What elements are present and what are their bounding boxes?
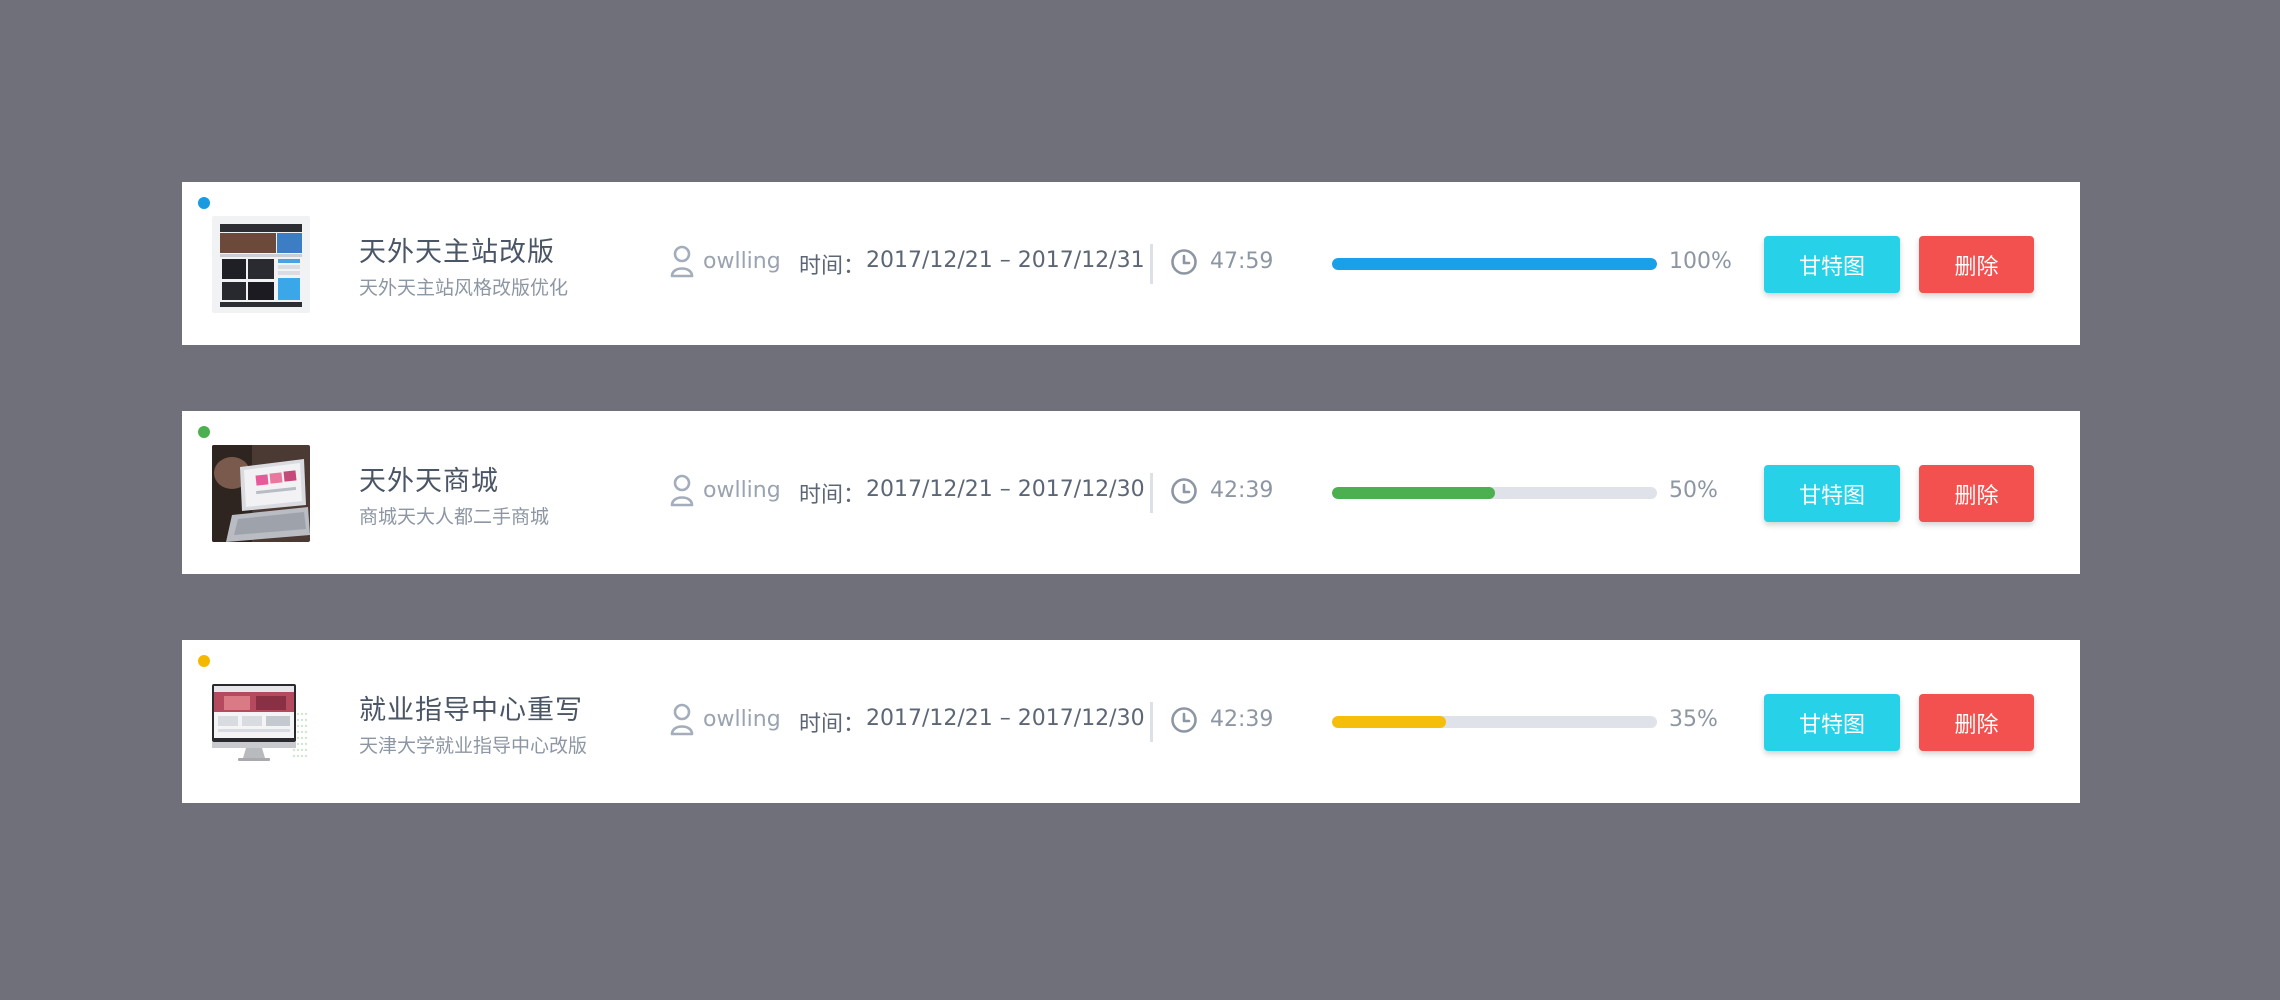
- progress-bar: [1332, 716, 1657, 728]
- delete-button[interactable]: 删除: [1919, 236, 2034, 293]
- status-dot: [198, 426, 210, 438]
- time-label: 时间：: [799, 712, 866, 737]
- project-row: 就业指导中心重写 天津大学就业指导中心改版 owlling 时间： 2017/1…: [182, 640, 2080, 803]
- progress-percent: 100%: [1669, 249, 1732, 274]
- monitor-mockup-image: [212, 674, 310, 771]
- project-subtitle: 天津大学就业指导中心改版: [359, 735, 588, 757]
- duration: 47:59: [1210, 249, 1274, 274]
- clock-icon: [1171, 478, 1197, 504]
- gantt-chart-button[interactable]: 甘特图: [1764, 465, 1900, 522]
- divider: [1150, 702, 1153, 742]
- laptop-photo-image: [212, 445, 310, 542]
- project-owner[interactable]: owlling: [703, 478, 781, 503]
- user-icon: [670, 703, 694, 736]
- progress-fill: [1332, 487, 1495, 499]
- project-owner[interactable]: owlling: [703, 249, 781, 274]
- delete-button[interactable]: 删除: [1919, 694, 2034, 751]
- project-subtitle: 商城天大人都二手商城: [359, 506, 550, 528]
- gantt-chart-button[interactable]: 甘特图: [1764, 694, 1900, 751]
- project-title: 天外天主站改版: [359, 237, 555, 268]
- time-range: 2017/12/21 – 2017/12/30: [866, 477, 1145, 502]
- progress-percent: 50%: [1669, 478, 1718, 503]
- project-thumbnail[interactable]: [212, 445, 310, 542]
- project-title: 天外天商城: [359, 466, 499, 497]
- progress-fill: [1332, 258, 1657, 270]
- gantt-chart-button[interactable]: 甘特图: [1764, 236, 1900, 293]
- progress-bar: [1332, 258, 1657, 270]
- user-icon: [670, 245, 694, 278]
- project-list: 天外天主站改版 天外天主站风格改版优化 owlling 时间： 2017/12/…: [182, 182, 2080, 869]
- time-label: 时间：: [799, 254, 866, 279]
- divider: [1150, 473, 1153, 513]
- clock-icon: [1171, 707, 1197, 733]
- delete-button[interactable]: 删除: [1919, 465, 2034, 522]
- project-row: 天外天商城 商城天大人都二手商城 owlling 时间： 2017/12/21 …: [182, 411, 2080, 574]
- progress-fill: [1332, 716, 1446, 728]
- project-thumbnail[interactable]: [212, 674, 310, 771]
- project-row: 天外天主站改版 天外天主站风格改版优化 owlling 时间： 2017/12/…: [182, 182, 2080, 345]
- progress-bar: [1332, 487, 1657, 499]
- duration: 42:39: [1210, 478, 1274, 503]
- progress-percent: 35%: [1669, 707, 1718, 732]
- status-dot: [198, 197, 210, 209]
- project-owner[interactable]: owlling: [703, 707, 781, 732]
- time-label: 时间：: [799, 483, 866, 508]
- project-thumbnail[interactable]: [212, 216, 310, 313]
- status-dot: [198, 655, 210, 667]
- duration: 42:39: [1210, 707, 1274, 732]
- clock-icon: [1171, 249, 1197, 275]
- website-screenshot-image: [212, 216, 310, 313]
- divider: [1150, 244, 1153, 284]
- time-range: 2017/12/21 – 2017/12/30: [866, 706, 1145, 731]
- project-title: 就业指导中心重写: [359, 695, 583, 726]
- project-subtitle: 天外天主站风格改版优化: [359, 277, 569, 299]
- time-range: 2017/12/21 – 2017/12/31: [866, 248, 1145, 273]
- user-icon: [670, 474, 694, 507]
